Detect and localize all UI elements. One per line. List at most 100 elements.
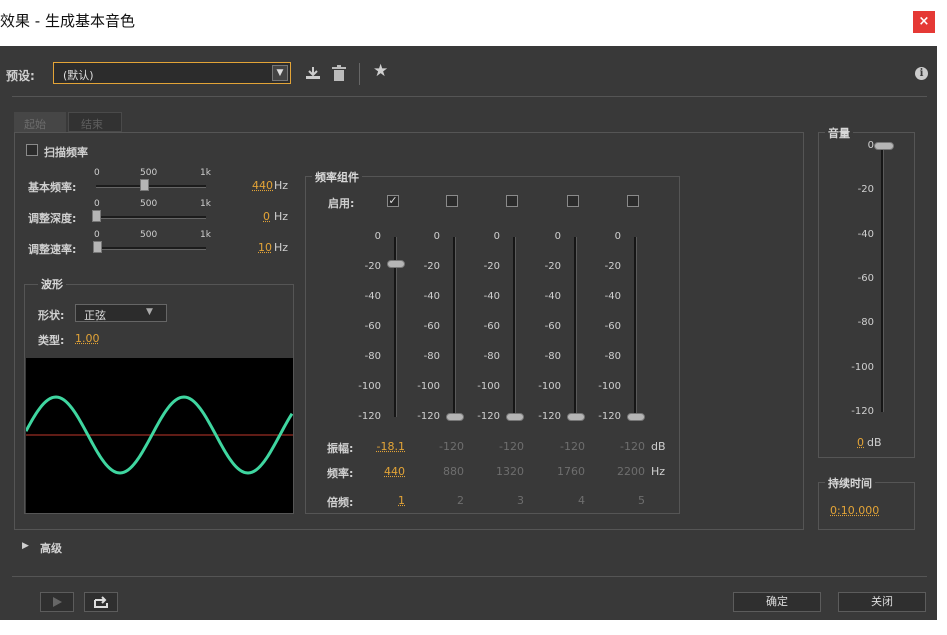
scale-mid: 500 (140, 230, 158, 240)
db-tick-label: -100 (358, 381, 381, 392)
amplitude-knob[interactable] (506, 413, 524, 421)
db-tick-label: -120 (598, 411, 621, 422)
amplitude-value[interactable]: -120 (560, 440, 585, 453)
mod-depth-value[interactable]: 0 (263, 210, 270, 223)
frequency-value[interactable]: 2200 (617, 465, 645, 478)
loop-button[interactable] (84, 592, 118, 612)
scale-min: 0 (94, 199, 100, 209)
mod-depth-label: 调整深度: (28, 212, 77, 225)
tab-start[interactable]: 起始 (14, 112, 66, 132)
star-favorite-icon[interactable]: ★ (373, 61, 388, 81)
amplitude-value[interactable]: -120 (620, 440, 645, 453)
preset-label: 预设: (6, 69, 35, 83)
frequency-value[interactable]: 1320 (496, 465, 524, 478)
loop-icon (94, 596, 108, 608)
frequency-label: 频率: (327, 467, 354, 480)
expand-arrow-icon[interactable]: ▶ (22, 541, 29, 551)
amplitude-knob[interactable] (387, 260, 405, 269)
db-tick-label: -40 (364, 291, 381, 302)
frequency-components-group (305, 176, 680, 514)
volume-value[interactable]: 0 (857, 436, 864, 449)
tab-end[interactable]: 结束 (68, 112, 122, 132)
trash-icon[interactable] (331, 65, 347, 82)
enable-label: 启用: (328, 197, 355, 210)
volume-tick-label: -100 (851, 361, 874, 373)
amplitude-slider[interactable] (574, 237, 577, 417)
duration-value[interactable]: 0:10.000 (830, 504, 879, 517)
enable-checkbox[interactable] (506, 195, 518, 207)
ok-button[interactable]: 确定 (733, 592, 821, 612)
amplitude-slider[interactable] (513, 237, 516, 417)
volume-knob[interactable] (874, 142, 894, 150)
db-tick-label: -120 (477, 411, 500, 422)
multiplier-value[interactable]: 2 (457, 494, 464, 507)
amplitude-slider[interactable] (453, 237, 456, 417)
db-tick-label: -100 (477, 381, 500, 392)
amplitude-value[interactable]: -120 (439, 440, 464, 453)
enable-checkbox[interactable] (446, 195, 458, 207)
db-tick-label: -40 (604, 291, 621, 302)
shape-dropdown[interactable]: 正弦 ▼ (75, 304, 167, 322)
amplitude-knob[interactable] (567, 413, 585, 421)
enable-checkbox[interactable] (567, 195, 579, 207)
title-bar: 效果 - 生成基本音色 × (0, 0, 947, 46)
enable-checkbox[interactable]: ✓ (387, 195, 399, 207)
base-frequency-knob[interactable] (140, 179, 150, 191)
mod-depth-slider[interactable] (96, 216, 206, 219)
chevron-down-icon[interactable]: ▼ (146, 307, 153, 317)
advanced-toggle[interactable]: 高级 (40, 540, 62, 556)
db-tick-label: 0 (554, 231, 561, 242)
mod-rate-slider[interactable] (96, 247, 206, 250)
db-tick-label: -80 (364, 351, 381, 362)
amplitude-knob[interactable] (627, 413, 645, 421)
volume-slider[interactable] (881, 146, 884, 412)
db-tick-label: -60 (544, 321, 561, 332)
db-unit: dB (651, 440, 666, 453)
db-tick-label: -20 (483, 261, 500, 272)
sweep-frequency-checkbox[interactable] (26, 144, 38, 156)
multiplier-value[interactable]: 1 (398, 494, 405, 507)
amplitude-knob[interactable] (446, 413, 464, 421)
chevron-down-icon[interactable]: ▼ (272, 65, 288, 81)
amplitude-value[interactable]: -18.1 (377, 440, 405, 453)
multiplier-value[interactable]: 5 (638, 494, 645, 507)
db-tick-label: 0 (433, 231, 440, 242)
amplitude-label: 振幅: (327, 442, 354, 455)
base-frequency-slider[interactable] (96, 185, 206, 188)
close-button[interactable]: 关闭 (838, 592, 926, 612)
tab-start-label: 起始 (24, 118, 46, 131)
toolbar-divider (359, 63, 360, 85)
mod-rate-value[interactable]: 10 (258, 241, 272, 254)
close-window-button[interactable]: × (913, 11, 935, 33)
mod-depth-knob[interactable] (92, 210, 101, 222)
frequency-value[interactable]: 440 (384, 465, 405, 478)
db-tick-label: 0 (614, 231, 621, 242)
info-icon[interactable]: i (915, 67, 928, 80)
db-tick-label: -100 (538, 381, 561, 392)
volume-tick-label: -120 (851, 406, 874, 417)
frequency-value[interactable]: 1760 (557, 465, 585, 478)
amplitude-slider[interactable] (634, 237, 637, 417)
db-tick-label: -20 (423, 261, 440, 272)
shape-value: 正弦 (84, 309, 106, 322)
base-frequency-value[interactable]: 440 (252, 179, 273, 192)
db-tick-label: -60 (604, 321, 621, 332)
db-tick-label: -120 (358, 411, 381, 422)
download-preset-icon[interactable] (304, 65, 322, 81)
frequency-value[interactable]: 880 (443, 465, 464, 478)
sweep-frequency-label: 扫描频率 (44, 146, 88, 159)
base-frequency-unit: Hz (274, 179, 289, 192)
play-icon (53, 597, 62, 607)
multiplier-value[interactable]: 4 (578, 494, 585, 507)
type-value[interactable]: 1.00 (75, 332, 100, 345)
scale-max: 1k (200, 168, 211, 178)
play-button[interactable] (40, 592, 74, 612)
amplitude-value[interactable]: -120 (499, 440, 524, 453)
enable-checkbox[interactable] (627, 195, 639, 207)
multiplier-value[interactable]: 3 (517, 494, 524, 507)
tab-end-label: 结束 (81, 118, 103, 131)
mod-rate-knob[interactable] (93, 241, 103, 253)
hz-unit: Hz (651, 465, 666, 478)
shape-label: 形状: (38, 309, 65, 322)
preset-dropdown[interactable]: (默认) ▼ (53, 62, 291, 84)
